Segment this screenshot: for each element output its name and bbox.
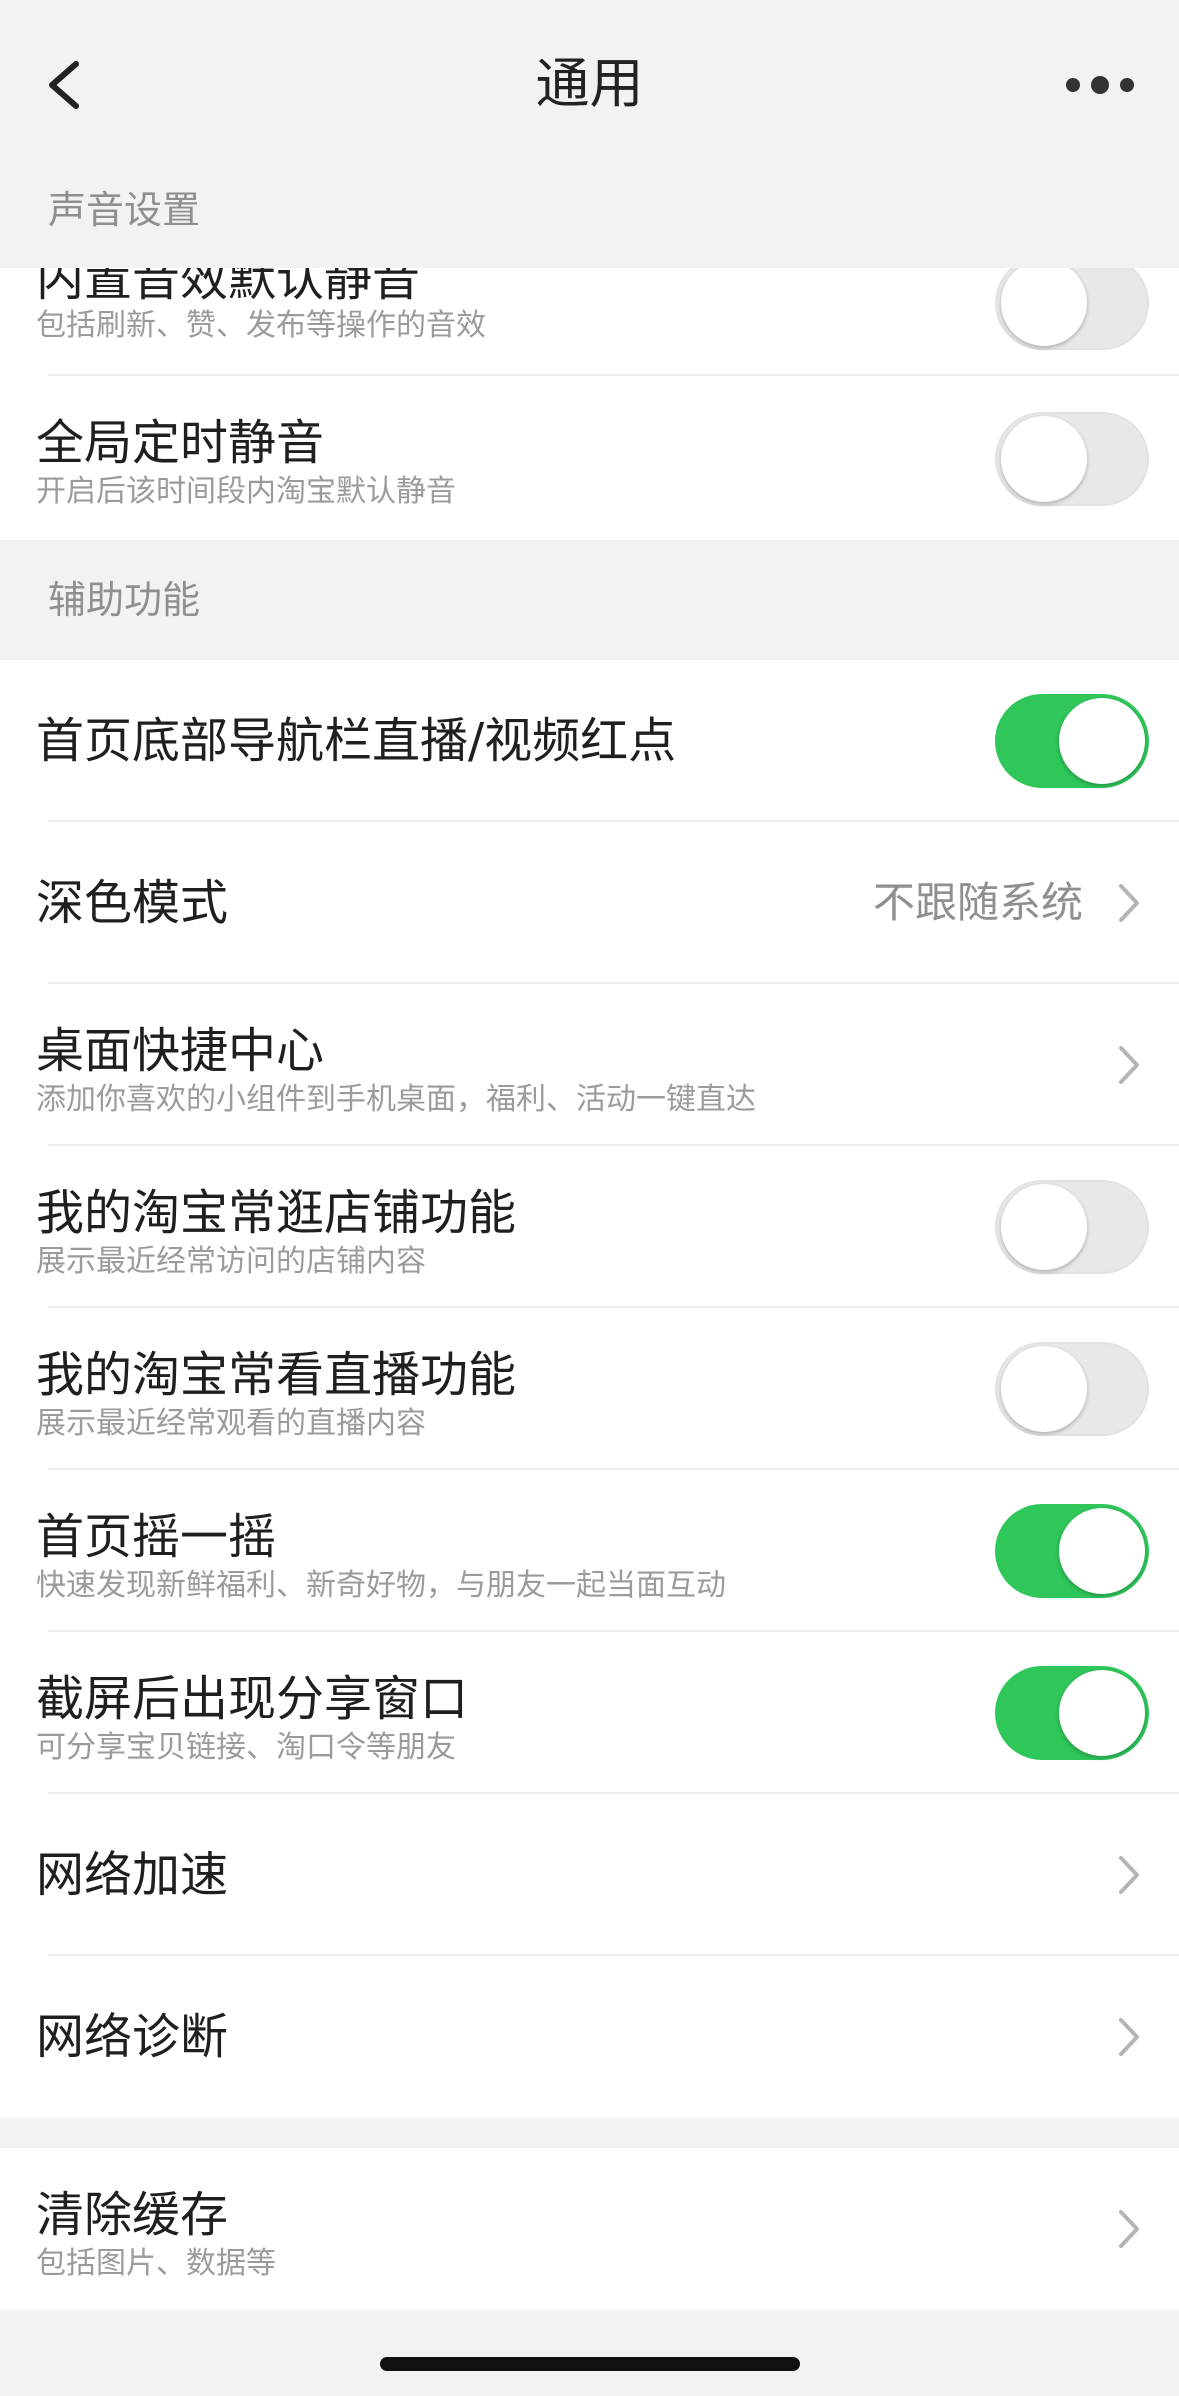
row-frequent-live[interactable]: 我的淘宝常看直播功能 展示最近经常观看的直播内容 <box>0 1308 1179 1470</box>
row-network-speedup[interactable]: 网络加速 <box>0 1794 1179 1956</box>
section-label-accessibility: 辅助功能 <box>48 578 201 622</box>
toggle-shake[interactable] <box>995 1504 1149 1598</box>
toggle-builtin-mute[interactable] <box>995 256 1149 350</box>
toggle-knob <box>1059 1508 1145 1594</box>
chevron-right-icon <box>1113 1852 1143 1898</box>
row-screenshot-share[interactable]: 截屏后出现分享窗口 可分享宝贝链接、淘口令等朋友 <box>0 1632 1179 1794</box>
row-frequent-shops[interactable]: 我的淘宝常逛店铺功能 展示最近经常访问的店铺内容 <box>0 1146 1179 1308</box>
row-dark-mode[interactable]: 深色模式 不跟随系统 <box>0 822 1179 984</box>
chevron-right-icon <box>1113 880 1143 926</box>
row-title: 深色模式 <box>36 875 229 931</box>
row-subtitle: 展示最近经常观看的直播内容 <box>36 1406 426 1441</box>
row-title: 我的淘宝常看直播功能 <box>36 1347 517 1403</box>
row-scheduled-mute[interactable]: 全局定时静音 开启后该时间段内淘宝默认静音 <box>0 376 1179 540</box>
more-dots-icon <box>1066 76 1134 94</box>
row-subtitle: 开启后该时间段内淘宝默认静音 <box>36 474 456 509</box>
toggle-frequent-live[interactable] <box>995 1342 1149 1436</box>
section-gap <box>0 2118 1179 2148</box>
section-header-sound: 声音设置 <box>0 165 1179 268</box>
page-title: 通用 <box>535 52 644 115</box>
row-title: 我的淘宝常逛店铺功能 <box>36 1185 517 1241</box>
toggle-knob <box>1059 698 1145 784</box>
row-title: 首页摇一摇 <box>36 1509 277 1565</box>
chevron-right-icon <box>1113 1042 1143 1088</box>
row-shake[interactable]: 首页摇一摇 快速发现新鲜福利、新奇好物，与朋友一起当面互动 <box>0 1470 1179 1632</box>
row-network-diagnose[interactable]: 网络诊断 <box>0 1956 1179 2118</box>
settings-general-page: 通用 声音设置 内置音效默认静音 包括刷新、赞、发布等操作的音效 全局定时静音 … <box>0 0 1179 2396</box>
chevron-right-icon <box>1113 2014 1143 2060</box>
row-subtitle: 可分享宝贝链接、淘口令等朋友 <box>36 1730 456 1765</box>
row-subtitle: 展示最近经常访问的店铺内容 <box>36 1244 426 1279</box>
row-title: 截屏后出现分享窗口 <box>36 1671 469 1727</box>
toggle-nav-red-dot[interactable] <box>995 694 1149 788</box>
toggle-knob <box>1001 260 1087 346</box>
nav-header: 通用 <box>0 0 1179 165</box>
more-button[interactable] <box>1055 50 1145 120</box>
row-title: 全局定时静音 <box>36 415 325 471</box>
row-nav-red-dot[interactable]: 首页底部导航栏直播/视频红点 <box>0 660 1179 822</box>
row-title: 清除缓存 <box>36 2187 229 2243</box>
section-header-accessibility: 辅助功能 <box>0 540 1179 660</box>
section-label-sound: 声音设置 <box>48 188 201 232</box>
row-subtitle: 添加你喜欢的小组件到手机桌面，福利、活动一键直达 <box>36 1082 756 1117</box>
toggle-knob <box>1059 1670 1145 1756</box>
toggle-screenshot-share[interactable] <box>995 1666 1149 1760</box>
row-subtitle: 包括图片、数据等 <box>36 2246 276 2281</box>
toggle-scheduled-mute[interactable] <box>995 412 1149 506</box>
row-title: 网络诊断 <box>36 2009 229 2065</box>
row-subtitle: 包括刷新、赞、发布等操作的音效 <box>36 308 486 343</box>
dark-mode-value: 不跟随系统 <box>872 878 1083 927</box>
row-desktop-center[interactable]: 桌面快捷中心 添加你喜欢的小组件到手机桌面，福利、活动一键直达 <box>0 984 1179 1146</box>
toggle-knob <box>1001 1346 1087 1432</box>
row-title: 首页底部导航栏直播/视频红点 <box>36 713 677 769</box>
home-indicator[interactable] <box>380 2357 800 2371</box>
toggle-knob <box>1001 416 1087 502</box>
row-title: 网络加速 <box>36 1847 229 1903</box>
toggle-knob <box>1001 1184 1087 1270</box>
chevron-right-icon <box>1113 2206 1143 2252</box>
row-clear-cache[interactable]: 清除缓存 包括图片、数据等 <box>0 2148 1179 2310</box>
row-title: 桌面快捷中心 <box>36 1023 325 1079</box>
toggle-frequent-shops[interactable] <box>995 1180 1149 1274</box>
row-subtitle: 快速发现新鲜福利、新奇好物，与朋友一起当面互动 <box>36 1568 726 1603</box>
